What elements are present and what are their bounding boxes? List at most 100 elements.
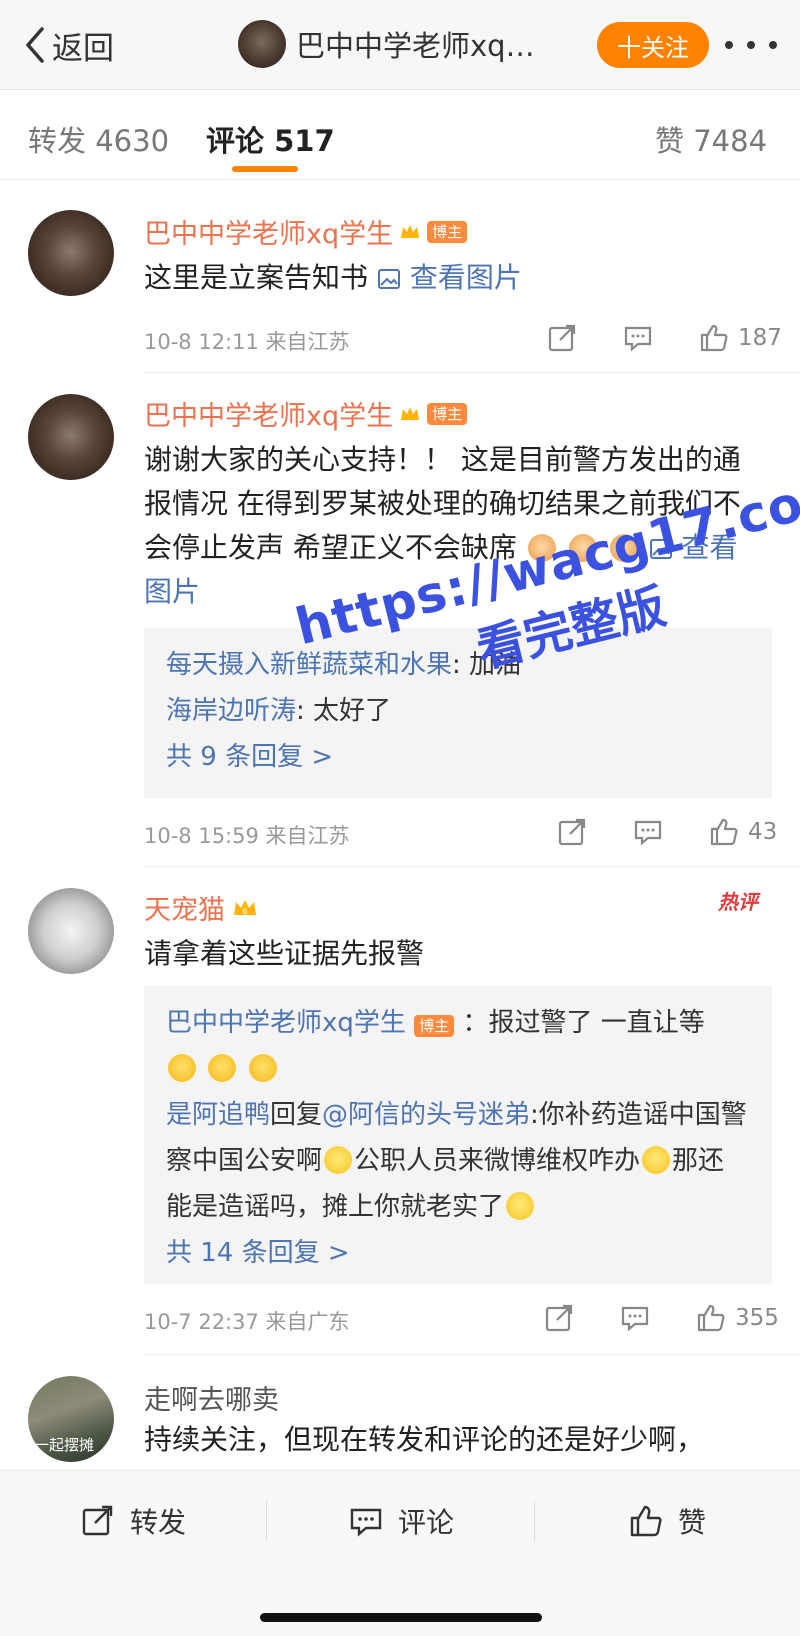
reply-text: : 加油 bbox=[452, 650, 522, 680]
crying-emoji-icon bbox=[208, 1054, 237, 1082]
more-replies-link[interactable]: 共 9 条回复 > bbox=[166, 734, 750, 780]
reply-mention[interactable]: @阿信的头号迷弟 bbox=[322, 1100, 530, 1130]
divider bbox=[144, 866, 800, 867]
reply-username[interactable]: 是阿追鸭 bbox=[166, 1100, 270, 1130]
tab-repost[interactable]: 转发 4630 bbox=[28, 118, 169, 160]
comment-username[interactable]: 天宠猫 6 bbox=[144, 888, 259, 927]
comment-meta: 10-7 22:37 来自广东 bbox=[144, 1310, 350, 1334]
more-replies-link[interactable]: 共 14 条回复 > bbox=[166, 1230, 750, 1276]
like-count: 355 bbox=[735, 1305, 779, 1331]
hot-comment-badge: 热评 bbox=[718, 890, 758, 914]
comment-username[interactable]: 巴中中学老师xq学生 博主 bbox=[144, 394, 468, 433]
divider bbox=[266, 1501, 267, 1541]
avatar[interactable] bbox=[238, 20, 286, 68]
fist-emoji-icon bbox=[568, 534, 597, 562]
reply-text: : 太好了 bbox=[296, 696, 392, 726]
reply-item[interactable]: 海岸边听涛: 太好了 bbox=[166, 688, 750, 734]
reply-button[interactable] bbox=[632, 816, 664, 848]
tab-bar: 转发 4630 评论 517 赞 7484 bbox=[0, 90, 800, 180]
comment-button[interactable]: 评论 bbox=[348, 1501, 454, 1541]
comment-username[interactable]: 走啊去哪卖 bbox=[144, 1378, 279, 1417]
image-icon bbox=[649, 539, 672, 559]
comment-text: 持续关注，但现在转发和评论的还是好少啊， bbox=[144, 1423, 705, 1456]
back-button[interactable]: 返回 bbox=[22, 22, 114, 68]
bottom-action-bar: 转发 评论 赞 bbox=[0, 1470, 800, 1636]
reply-username[interactable]: 海岸边听涛 bbox=[166, 696, 296, 726]
thumbs-up-icon bbox=[697, 1304, 725, 1332]
comment-icon bbox=[634, 820, 662, 846]
comment-text: 谢谢大家的关心支持！！ 这是目前警方发出的通报情况 在得到罗某被处理的确切结果之… bbox=[144, 438, 760, 614]
page-title: 巴中中学老师xq… bbox=[296, 29, 535, 63]
crying-emoji-icon bbox=[248, 1054, 277, 1082]
avatar[interactable]: 一起摆摊 bbox=[28, 1376, 114, 1462]
reply-text: 公职人员来微博维权咋办 bbox=[354, 1146, 641, 1176]
comment-icon bbox=[350, 1508, 382, 1537]
reply-box: 巴中中学老师xq学生 博主 ：报过警了 一直让等 是阿追鸭回复@阿信的头号迷弟:… bbox=[144, 986, 772, 1284]
share-icon bbox=[548, 324, 576, 352]
username-text: 巴中中学老师xq学生 bbox=[144, 401, 394, 432]
repost-button[interactable] bbox=[546, 322, 578, 354]
reply-button[interactable] bbox=[619, 1302, 651, 1334]
reply-button[interactable] bbox=[622, 322, 654, 354]
reply-box: 每天摄入新鲜蔬菜和水果: 加油 海岸边听涛: 太好了 共 9 条回复 > bbox=[144, 628, 772, 798]
crying-emoji-icon bbox=[168, 1054, 196, 1082]
thumbs-up-icon bbox=[700, 324, 728, 352]
comment-actions: 187 bbox=[546, 322, 782, 354]
comment-icon bbox=[624, 326, 652, 352]
smile-emoji-icon bbox=[642, 1146, 671, 1174]
top-bar: 返回 巴中中学老师xq… 十关注 bbox=[0, 0, 800, 90]
comment-text: 请拿着这些证据先报警 bbox=[144, 937, 425, 970]
back-label: 返回 bbox=[52, 30, 114, 67]
comment-label: 评论 bbox=[398, 1506, 455, 1539]
repost-button[interactable] bbox=[556, 816, 588, 848]
like-button[interactable]: 43 bbox=[708, 816, 777, 848]
avatar-caption: 一起摆摊 bbox=[34, 1436, 95, 1454]
like-button[interactable]: 355 bbox=[695, 1302, 779, 1334]
reply-item[interactable]: 每天摄入新鲜蔬菜和水果: 加油 bbox=[166, 642, 750, 688]
tab-comments[interactable]: 评论 517 bbox=[206, 118, 335, 160]
avatar[interactable] bbox=[28, 888, 114, 974]
reply-item[interactable]: 是阿追鸭回复@阿信的头号迷弟:你补药造谣中国警察中国公安啊 公职人员来微博维权咋办… bbox=[166, 1092, 750, 1230]
follow-button[interactable]: 十关注 bbox=[597, 22, 709, 68]
thumbs-up-icon bbox=[630, 1505, 662, 1537]
follow-label: 十关注 bbox=[617, 33, 689, 62]
reply-username[interactable]: 巴中中学老师xq学生 bbox=[166, 1008, 406, 1038]
reply-text: ：报过警了 一直让等 bbox=[462, 1008, 705, 1038]
comment-meta: 10-8 12:11 来自江苏 bbox=[144, 330, 350, 354]
page-title-group: 巴中中学老师xq… bbox=[238, 20, 535, 68]
share-icon bbox=[558, 818, 586, 846]
chevron-left-icon bbox=[26, 27, 44, 63]
svg-text:6: 6 bbox=[242, 907, 247, 916]
comment-actions: 355 bbox=[543, 1302, 779, 1334]
like-button[interactable]: 赞 bbox=[628, 1501, 706, 1541]
comment-text: 这里是立案告知书 查看图片 bbox=[144, 256, 764, 300]
reply-username[interactable]: 每天摄入新鲜蔬菜和水果 bbox=[166, 650, 452, 680]
reply-item[interactable]: 巴中中学老师xq学生 博主 ：报过警了 一直让等 bbox=[166, 1000, 750, 1092]
like-button[interactable]: 187 bbox=[698, 322, 782, 354]
avatar[interactable] bbox=[28, 394, 114, 480]
home-indicator[interactable] bbox=[260, 1613, 542, 1622]
share-icon bbox=[545, 1304, 573, 1332]
fist-emoji-icon bbox=[527, 534, 556, 562]
divider bbox=[144, 1354, 800, 1355]
avatar[interactable] bbox=[28, 210, 114, 296]
crown-icon bbox=[399, 221, 421, 243]
more-options-icon[interactable] bbox=[725, 30, 777, 60]
tab-likes[interactable]: 赞 7484 bbox=[655, 118, 767, 160]
repost-button[interactable]: 转发 bbox=[80, 1501, 186, 1541]
comment-meta: 10-8 15:59 来自江苏 bbox=[144, 824, 350, 848]
crown-icon: 6 bbox=[231, 895, 259, 921]
comment-body: 这里是立案告知书 bbox=[144, 261, 369, 294]
tab-active-indicator bbox=[232, 166, 298, 172]
view-image-link[interactable]: 查看图片 bbox=[377, 261, 522, 294]
username-text: 天宠猫 bbox=[144, 895, 225, 926]
host-badge: 博主 bbox=[414, 1015, 455, 1037]
repost-button[interactable] bbox=[543, 1302, 575, 1334]
crown-icon bbox=[399, 403, 421, 425]
username-text: 巴中中学老师xq学生 bbox=[144, 219, 394, 250]
share-icon bbox=[82, 1505, 113, 1536]
comment-icon bbox=[621, 1306, 649, 1332]
host-badge: 博主 bbox=[427, 220, 468, 243]
smile-emoji-icon bbox=[324, 1146, 353, 1174]
comment-username[interactable]: 巴中中学老师xq学生 博主 bbox=[144, 212, 468, 251]
